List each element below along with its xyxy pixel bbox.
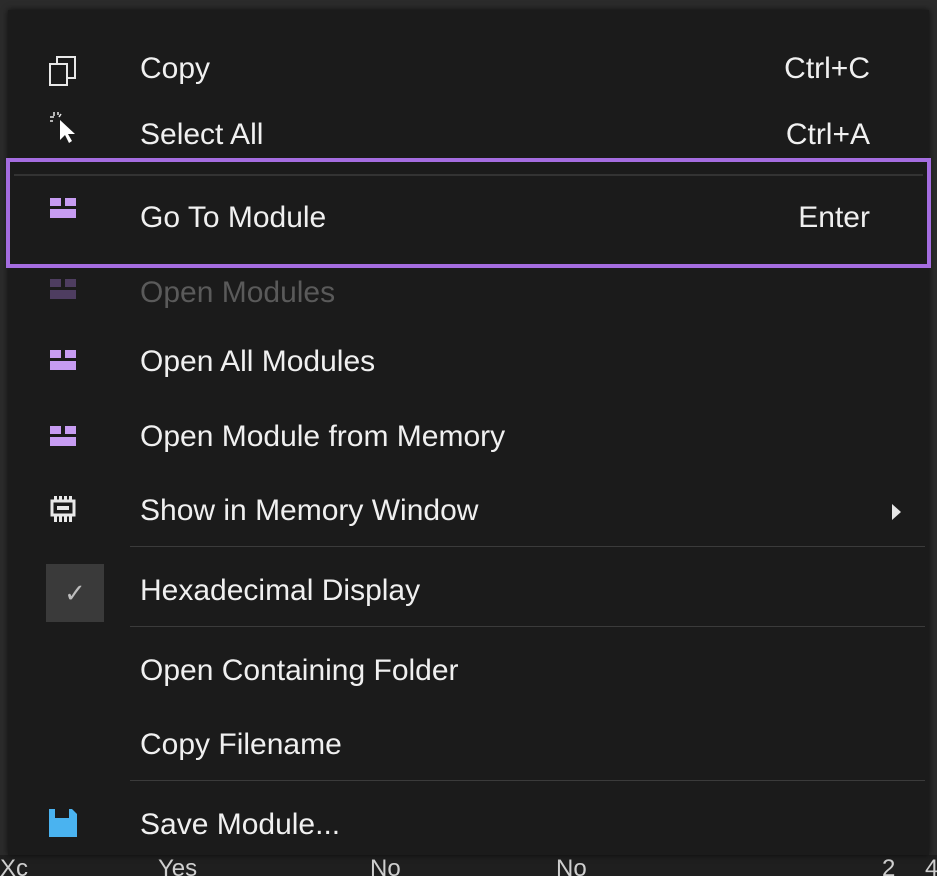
menu-item-open-all-modules[interactable]: Open All Modules	[8, 330, 929, 396]
menu-item-label: Open Modules	[140, 276, 336, 309]
submenu-arrow-icon	[892, 504, 901, 520]
menu-item-open-containing-folder[interactable]: Open Containing Folder	[8, 640, 929, 706]
menu-item-label: Hexadecimal Display	[140, 574, 421, 607]
divider	[14, 174, 923, 176]
menu-item-open-modules: Open Modules	[8, 272, 929, 338]
menu-item-shortcut: Ctrl+C	[784, 52, 870, 85]
copy-icon	[48, 56, 78, 86]
module-icon	[48, 345, 78, 375]
menu-item-show-in-memory-window[interactable]: Show in Memory Window	[8, 480, 929, 546]
menu-item-label: Select All	[140, 118, 264, 151]
module-icon	[48, 421, 78, 451]
menu-separator	[130, 780, 925, 781]
menu-item-hexadecimal-display[interactable]: ✓ Hexadecimal Display	[8, 560, 929, 626]
context-menu: Copy Ctrl+C Select All Ctrl+A Go To Modu…	[6, 10, 931, 855]
menu-item-shortcut: Ctrl+A	[785, 118, 870, 151]
memory-chip-icon	[48, 496, 78, 526]
module-icon	[48, 193, 78, 223]
menu-item-label: Open Module from Memory	[140, 420, 506, 453]
menu-separator	[130, 546, 925, 547]
menu-item-label: Copy Filename	[140, 728, 342, 761]
menu-item-label: Open Containing Folder	[140, 654, 459, 687]
select-all-icon	[48, 112, 78, 143]
menu-item-label: Open All Modules	[140, 345, 376, 378]
menu-item-open-module-from-memory[interactable]: Open Module from Memory	[8, 406, 929, 472]
menu-item-label: Copy	[140, 52, 211, 85]
menu-item-label: Show in Memory Window	[140, 494, 479, 527]
menu-item-shortcut: Enter	[798, 201, 870, 234]
menu-item-save-module[interactable]: Save Module...	[8, 794, 929, 860]
menu-item-label: Save Module...	[140, 808, 341, 841]
menu-item-copy[interactable]: Copy Ctrl+C	[8, 38, 929, 104]
menu-separator	[130, 626, 925, 627]
save-icon	[48, 808, 78, 838]
menu-item-label: Go To Module	[140, 201, 327, 234]
menu-item-go-to-module[interactable]: Go To Module Enter	[8, 187, 929, 253]
checkmark-icon: ✓	[46, 564, 104, 622]
menu-item-copy-filename[interactable]: Copy Filename	[8, 714, 929, 780]
module-icon	[48, 274, 78, 304]
